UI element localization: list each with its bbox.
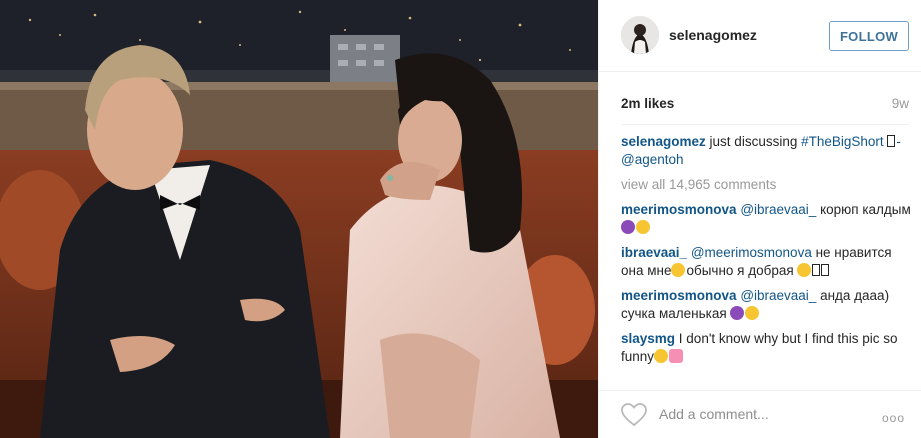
likes-count[interactable]: 2m likes <box>621 96 674 111</box>
list-item: ibraevaai_ @meerimosmonova не нравится о… <box>621 244 911 280</box>
comment-username[interactable]: meerimosmonova <box>621 202 737 217</box>
smiling-devil-emoji-icon <box>621 220 635 234</box>
comment-mention[interactable]: @ibraevaai_ <box>740 202 816 217</box>
tears-of-joy-emoji-icon <box>797 263 812 277</box>
missing-glyph-icon <box>821 264 830 276</box>
caption: selenagomez just discussing #TheBigShort… <box>621 133 911 169</box>
heart-icon[interactable] <box>621 403 647 427</box>
comment-bar: ooo <box>599 390 921 438</box>
divider <box>621 124 909 125</box>
sparkling-heart-emoji-icon <box>669 349 684 363</box>
smiling-devil-emoji-icon <box>730 306 745 320</box>
list-item: slaysmg I don't know why but I find this… <box>621 330 911 366</box>
post-header: selenagomez FOLLOW <box>599 0 921 72</box>
comment-text-continued: обычно я добрая <box>686 263 798 278</box>
post-photo[interactable] <box>0 0 598 438</box>
caption-hashtag[interactable]: #TheBigShort <box>801 134 884 149</box>
missing-glyph-icon <box>812 264 821 276</box>
comment-username[interactable]: slaysmg <box>621 331 675 346</box>
tears-of-joy-emoji-icon <box>745 306 760 320</box>
missing-glyph-icon <box>887 135 896 147</box>
follow-button[interactable]: FOLLOW <box>829 21 909 51</box>
comment-text: корюп калдым <box>816 202 911 217</box>
avatar-icon <box>621 16 659 54</box>
tears-of-joy-emoji-icon <box>654 349 669 363</box>
post-details-panel: selenagomez FOLLOW 2m likes 9w selenagom… <box>598 0 921 438</box>
tears-of-joy-emoji-icon <box>636 220 650 234</box>
comment-username[interactable]: meerimosmonova <box>621 288 737 303</box>
caption-username[interactable]: selenagomez <box>621 134 706 149</box>
comment-mention[interactable]: @ibraevaai_ <box>740 288 816 303</box>
list-item: meerimosmonova @ibraevaai_ анда дааа) су… <box>621 287 911 323</box>
username[interactable]: selenagomez <box>669 27 757 43</box>
view-all-comments-link[interactable]: view all 14,965 comments <box>621 176 911 194</box>
tears-of-joy-emoji-icon <box>671 263 686 277</box>
comment-username[interactable]: ibraevaai_ <box>621 245 687 260</box>
caption-text: just discussing <box>705 134 802 149</box>
more-options-icon[interactable]: ooo <box>882 411 905 425</box>
add-comment-input[interactable] <box>659 404 859 424</box>
comments-list: selenagomez just discussing #TheBigShort… <box>621 133 911 383</box>
comment-mention[interactable]: @meerimosmonova <box>691 245 812 260</box>
post-age[interactable]: 9w <box>892 96 909 111</box>
list-item: meerimosmonova @ibraevaai_ корюп калдым <box>621 201 911 237</box>
avatar[interactable] <box>621 16 659 54</box>
post-photo-illustration <box>0 0 598 438</box>
